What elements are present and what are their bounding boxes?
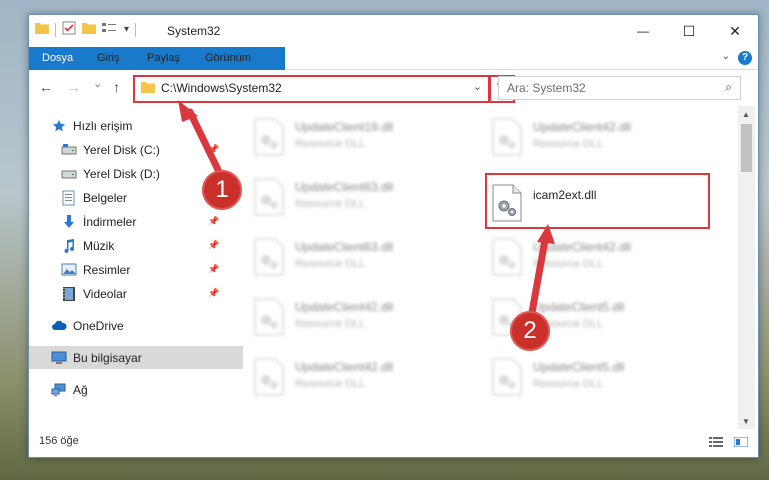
step-marker-2: 2 xyxy=(510,311,550,351)
arrow-2 xyxy=(527,236,549,322)
arrow-2-head xyxy=(537,224,555,244)
annotation-arrows xyxy=(178,100,555,322)
step-marker-1: 1 xyxy=(202,170,242,210)
arrow-1 xyxy=(186,108,226,182)
